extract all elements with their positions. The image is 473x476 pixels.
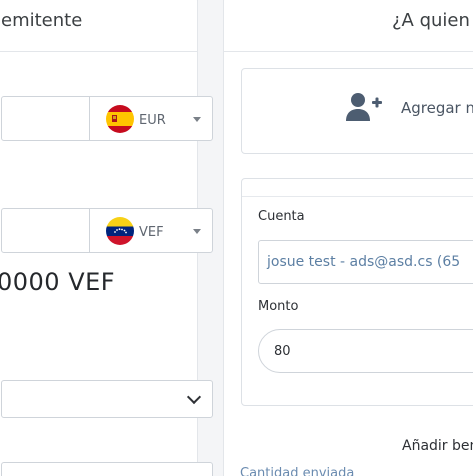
- caret-down-icon[interactable]: [193, 229, 201, 234]
- account-select[interactable]: josue test - ads@asd.cs (65: [258, 240, 473, 284]
- beneficiary-card-title: ¿A quien: [392, 10, 470, 31]
- input-divider: [89, 209, 90, 252]
- sender-card-title: emitente: [1, 10, 83, 31]
- app-page: emitente EUR VEF 0000 VEF ¿A quien Agreg…: [0, 0, 473, 476]
- add-beneficiary-box[interactable]: Agregar n: [241, 68, 473, 154]
- form-top-divider: [242, 196, 473, 197]
- add-beneficiary-label[interactable]: Agregar n: [401, 99, 473, 117]
- user-plus-icon: [344, 91, 384, 127]
- amount-label: Monto: [258, 299, 299, 314]
- caret-down-icon[interactable]: [193, 117, 201, 122]
- sender-card-header: emitente: [0, 0, 197, 52]
- venezuela-flag-icon: [106, 217, 134, 245]
- receive-amount-input-group[interactable]: VEF: [1, 208, 213, 253]
- beneficiary-form: Cuenta josue test - ads@asd.cs (65 Monto…: [241, 178, 473, 406]
- sender-extra-input[interactable]: [1, 462, 213, 476]
- beneficiary-card: ¿A quien Agregar n Cuenta josue test - a…: [223, 0, 473, 476]
- amount-value: 80: [274, 344, 291, 359]
- add-beneficiary-link[interactable]: Añadir ben: [402, 438, 473, 454]
- beneficiary-card-header: ¿A quien: [224, 0, 473, 52]
- currency-from-code[interactable]: EUR: [139, 113, 166, 128]
- spain-flag-icon: [106, 105, 134, 133]
- send-amount-input-group[interactable]: EUR: [1, 96, 213, 141]
- converted-amount: 0000 VEF: [0, 268, 116, 296]
- sender-card: emitente EUR VEF 0000 VEF: [0, 0, 213, 476]
- amount-input[interactable]: 80: [258, 329, 473, 373]
- input-divider: [89, 97, 90, 140]
- chevron-down-icon: [186, 389, 202, 405]
- account-label: Cuenta: [258, 209, 305, 224]
- currency-to-code[interactable]: VEF: [139, 225, 164, 240]
- amount-sent-label: Cantidad enviada: [240, 466, 355, 476]
- account-value: josue test - ads@asd.cs (65: [267, 254, 461, 270]
- payment-method-select[interactable]: [1, 380, 213, 418]
